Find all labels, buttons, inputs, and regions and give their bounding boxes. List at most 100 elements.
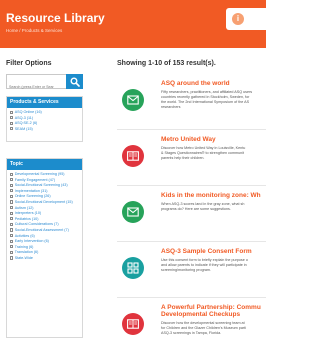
page-header: Resource Library Home / Products & Servi… xyxy=(0,0,266,48)
filter-checkbox-item[interactable]: Family Engagement (47) xyxy=(10,178,79,182)
products-panel: Products & Services ASQ Online (16) ASQ-3… xyxy=(6,96,83,142)
filter-label: Interpreters (10) xyxy=(14,211,42,216)
filter-checkbox-item[interactable]: ASQ-3 (11) xyxy=(10,116,79,120)
result-description: Discover how Metro United Way in Louisvi… xyxy=(161,146,271,161)
checkbox[interactable] xyxy=(10,121,14,125)
filter-label: ASQ-3 (11) xyxy=(14,115,34,120)
result-description: Fifty researchers, practitioners, and af… xyxy=(161,90,271,110)
search-input[interactable] xyxy=(7,80,67,94)
filter-label: Social-Emotional Assessment (7) xyxy=(14,227,69,232)
book-icon xyxy=(122,313,144,335)
filter-label: Translation (6) xyxy=(14,250,39,255)
description-line: researchers xyxy=(161,105,181,109)
checkbox[interactable] xyxy=(10,222,14,227)
topic-list: Developmental Screening (95) Family Engag… xyxy=(7,170,82,264)
search-icon xyxy=(70,77,80,87)
checkbox[interactable] xyxy=(10,200,14,204)
filter-checkbox-item[interactable]: Cultural Considerations (7) xyxy=(10,222,79,226)
result-item[interactable]: A Powerful Partnership: Commu Development… xyxy=(117,298,266,338)
filter-label: Family Engagement (47) xyxy=(14,177,56,182)
result-title-link[interactable]: Kids in the monitoring zone: Wh xyxy=(161,192,261,199)
topic-panel: Topic Developmental Screening (95) Family… xyxy=(6,158,83,338)
filter-checkbox-item[interactable]: Training (6) xyxy=(10,245,79,249)
filter-label: ASQ:SE-2 (6) xyxy=(14,121,38,126)
description-line: parents help their children. xyxy=(161,156,205,160)
filter-label: Autism (12) xyxy=(14,205,34,210)
result-description: Discover how the developmental screening… xyxy=(161,321,271,336)
result-title-line: Developmental Checkups xyxy=(161,311,241,318)
filter-checkbox-item[interactable]: Developmental Screening (95) xyxy=(10,172,79,176)
info-button[interactable]: i xyxy=(226,8,266,30)
result-title-link[interactable]: ASQ around the world xyxy=(161,80,230,87)
filter-label: Online Screening (26) xyxy=(14,194,51,199)
result-title-link[interactable]: A Powerful Partnership: Commu Development… xyxy=(161,304,261,318)
breadcrumb[interactable]: Home / Products & Services xyxy=(6,28,62,33)
filter-label: ASQ Online (16) xyxy=(14,110,42,114)
result-item[interactable]: ASQ around the world Fifty researchers, p… xyxy=(117,74,266,130)
filter-checkbox-item[interactable]: Activities (6) xyxy=(10,234,79,238)
products-heading: Products & Services xyxy=(7,97,82,108)
checkbox[interactable] xyxy=(10,245,14,249)
result-title-line: Kids in the monitoring zone: Wh xyxy=(161,192,261,199)
filter-checkbox-item[interactable]: Social-Emotional Assessment (7) xyxy=(10,228,79,232)
filter-checkbox-item[interactable]: State-Wide xyxy=(10,256,79,260)
result-title-line: ASQ-3 Sample Consent Form xyxy=(161,248,252,255)
result-title-line: ASQ around the world xyxy=(161,80,230,87)
filter-checkbox-item[interactable]: Online Screening (26) xyxy=(10,194,79,198)
filter-checkbox-item[interactable]: Implementation (31) xyxy=(10,189,79,193)
filter-checkbox-item[interactable]: Interpreters (10) xyxy=(10,211,79,215)
filter-checkbox-item[interactable]: Social-Emotional Screening (43) xyxy=(10,183,79,187)
checkbox[interactable] xyxy=(10,250,14,254)
checkbox[interactable] xyxy=(10,239,14,243)
filter-checkbox-item[interactable]: ASQ:SE-2 (6) xyxy=(10,121,79,125)
envelope-icon xyxy=(122,201,144,223)
checkbox[interactable] xyxy=(10,116,14,120)
result-title-link[interactable]: Metro United Way xyxy=(161,136,216,143)
checkbox[interactable] xyxy=(10,217,14,221)
filter-options-heading: Filter Options xyxy=(6,60,52,67)
checkbox[interactable] xyxy=(10,194,14,199)
filter-label: State-Wide xyxy=(14,255,33,260)
result-description: When ASQ-3 scores land in the gray zone,… xyxy=(161,202,271,212)
checkbox[interactable] xyxy=(10,228,14,232)
filter-label: Implementation (31) xyxy=(14,188,48,193)
result-item[interactable]: Kids in the monitoring zone: Wh When ASQ-… xyxy=(117,186,266,242)
checkbox[interactable] xyxy=(10,211,14,215)
results-summary: Showing 1-10 of 153 result(s). xyxy=(117,60,216,67)
checkbox[interactable] xyxy=(10,178,14,182)
checkbox[interactable] xyxy=(10,183,14,187)
filter-label: Cultural Considerations (7) xyxy=(14,222,59,227)
result-title-line: A Powerful Partnership: Commu xyxy=(161,304,261,311)
checkbox[interactable] xyxy=(10,206,14,210)
checkbox[interactable] xyxy=(10,256,14,260)
checkbox[interactable] xyxy=(10,110,14,114)
filter-checkbox-item[interactable]: SEAM (15) xyxy=(10,127,79,131)
checkbox[interactable] xyxy=(10,234,14,238)
filter-label: SEAM (15) xyxy=(14,126,33,131)
description-line: programs do? Here are some suggestions. xyxy=(161,207,231,211)
checkbox[interactable] xyxy=(10,127,14,131)
description-line: screening/monitoring program. xyxy=(161,268,212,272)
description-line: ASQ-3 screenings in Tampa, Florida. xyxy=(161,331,222,335)
checkbox[interactable] xyxy=(10,172,14,176)
filter-checkbox-item[interactable]: Autism (12) xyxy=(10,206,79,210)
result-title-link[interactable]: ASQ-3 Sample Consent Form xyxy=(161,248,252,255)
filter-checkbox-item[interactable]: Translation (6) xyxy=(10,250,79,254)
grid-icon xyxy=(122,257,144,279)
filter-checkbox-item[interactable]: Early Intervention (6) xyxy=(10,239,79,243)
result-item[interactable]: ASQ-3 Sample Consent Form Use this consen… xyxy=(117,242,266,298)
filter-label: Social-Emotional Development (15) xyxy=(14,199,73,204)
info-icon: i xyxy=(232,13,244,25)
search-button[interactable] xyxy=(66,74,83,89)
filter-label: Activities (6) xyxy=(14,233,35,238)
topic-heading: Topic xyxy=(7,159,82,170)
page-title: Resource Library xyxy=(6,11,105,25)
filter-checkbox-item[interactable]: ASQ Online (16) xyxy=(10,110,79,114)
filter-checkbox-item[interactable]: Pediatrics (10) xyxy=(10,217,79,221)
result-item[interactable]: Metro United Way Discover how Metro Unite… xyxy=(117,130,266,186)
checkbox[interactable] xyxy=(10,189,14,193)
filter-checkbox-item[interactable]: Social-Emotional Development (15) xyxy=(10,200,79,204)
filter-label: Developmental Screening (95) xyxy=(14,172,65,176)
result-title-line: Metro United Way xyxy=(161,136,216,143)
filter-label: Social-Emotional Screening (43) xyxy=(14,183,68,188)
